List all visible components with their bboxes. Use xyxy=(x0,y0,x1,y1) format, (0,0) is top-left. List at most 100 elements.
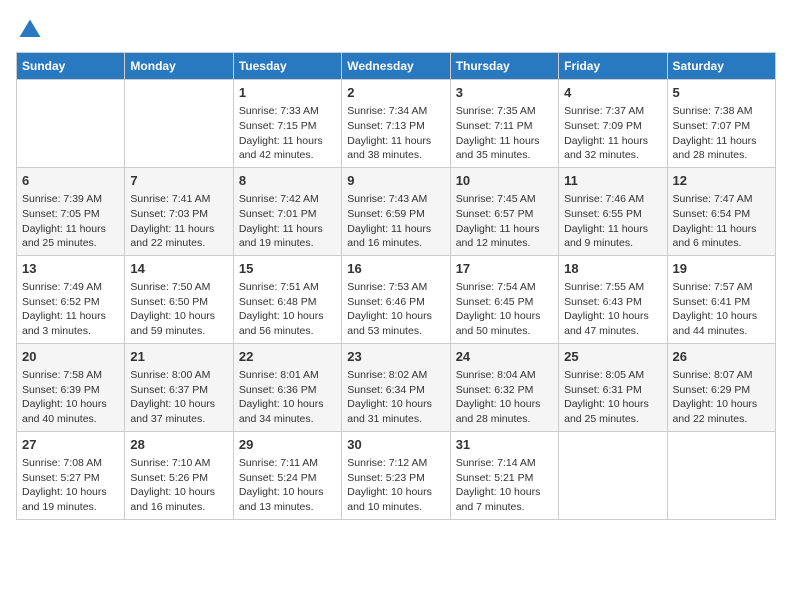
day-info: Sunrise: 8:02 AM xyxy=(347,368,444,383)
day-info: Sunset: 6:39 PM xyxy=(22,383,119,398)
day-number: 8 xyxy=(239,172,336,190)
day-info: Sunrise: 7:14 AM xyxy=(456,456,553,471)
day-info: Daylight: 10 hours and 53 minutes. xyxy=(347,309,444,338)
day-info: Sunrise: 7:49 AM xyxy=(22,280,119,295)
day-info: Daylight: 11 hours and 3 minutes. xyxy=(22,309,119,338)
day-info: Sunset: 6:34 PM xyxy=(347,383,444,398)
day-number: 24 xyxy=(456,348,553,366)
day-info: Sunset: 5:24 PM xyxy=(239,471,336,486)
day-info: Sunrise: 7:10 AM xyxy=(130,456,227,471)
calendar-cell: 4Sunrise: 7:37 AMSunset: 7:09 PMDaylight… xyxy=(559,80,667,168)
day-info: Sunset: 7:13 PM xyxy=(347,119,444,134)
day-number: 22 xyxy=(239,348,336,366)
day-number: 30 xyxy=(347,436,444,454)
day-number: 12 xyxy=(673,172,770,190)
day-info: Sunrise: 7:50 AM xyxy=(130,280,227,295)
day-number: 16 xyxy=(347,260,444,278)
calendar-cell: 17Sunrise: 7:54 AMSunset: 6:45 PMDayligh… xyxy=(450,255,558,343)
day-number: 23 xyxy=(347,348,444,366)
day-info: Sunrise: 7:12 AM xyxy=(347,456,444,471)
calendar-header-row: SundayMondayTuesdayWednesdayThursdayFrid… xyxy=(17,53,776,80)
day-info: Sunrise: 7:37 AM xyxy=(564,104,661,119)
day-number: 2 xyxy=(347,84,444,102)
col-header-saturday: Saturday xyxy=(667,53,775,80)
day-info: Daylight: 10 hours and 16 minutes. xyxy=(130,485,227,514)
day-number: 3 xyxy=(456,84,553,102)
day-number: 9 xyxy=(347,172,444,190)
day-info: Sunrise: 8:00 AM xyxy=(130,368,227,383)
calendar-cell: 8Sunrise: 7:42 AMSunset: 7:01 PMDaylight… xyxy=(233,167,341,255)
calendar-cell: 3Sunrise: 7:35 AMSunset: 7:11 PMDaylight… xyxy=(450,80,558,168)
day-info: Sunrise: 7:53 AM xyxy=(347,280,444,295)
day-number: 29 xyxy=(239,436,336,454)
calendar-cell xyxy=(559,431,667,519)
day-info: Daylight: 11 hours and 28 minutes. xyxy=(673,134,770,163)
calendar-cell: 16Sunrise: 7:53 AMSunset: 6:46 PMDayligh… xyxy=(342,255,450,343)
day-info: Daylight: 10 hours and 50 minutes. xyxy=(456,309,553,338)
col-header-thursday: Thursday xyxy=(450,53,558,80)
day-info: Daylight: 10 hours and 22 minutes. xyxy=(673,397,770,426)
day-info: Daylight: 10 hours and 37 minutes. xyxy=(130,397,227,426)
day-number: 7 xyxy=(130,172,227,190)
calendar-cell: 29 Sunrise: 7:11 AMSunset: 5:24 PMDayligh… xyxy=(233,431,341,519)
col-header-wednesday: Wednesday xyxy=(342,53,450,80)
page-header xyxy=(16,16,776,44)
day-info: Sunrise: 7:43 AM xyxy=(347,192,444,207)
day-info: Daylight: 10 hours and 31 minutes. xyxy=(347,397,444,426)
day-info: Sunrise: 8:04 AM xyxy=(456,368,553,383)
day-info: Sunset: 6:43 PM xyxy=(564,295,661,310)
day-number: 5 xyxy=(673,84,770,102)
calendar-cell: 21Sunrise: 8:00 AMSunset: 6:37 PMDayligh… xyxy=(125,343,233,431)
calendar-cell: 9Sunrise: 7:43 AMSunset: 6:59 PMDaylight… xyxy=(342,167,450,255)
calendar-cell: 28 Sunrise: 7:10 AMSunset: 5:26 PMDayligh… xyxy=(125,431,233,519)
calendar-cell xyxy=(667,431,775,519)
day-info: Sunset: 6:32 PM xyxy=(456,383,553,398)
calendar-cell: 19Sunrise: 7:57 AMSunset: 6:41 PMDayligh… xyxy=(667,255,775,343)
calendar-week-row: 27Sunrise: 7:08 AMSunset: 5:27 PMDayligh… xyxy=(17,431,776,519)
day-info: Sunrise: 7:08 AM xyxy=(22,456,119,471)
col-header-monday: Monday xyxy=(125,53,233,80)
day-info: Sunrise: 7:55 AM xyxy=(564,280,661,295)
day-info: Sunset: 6:29 PM xyxy=(673,383,770,398)
col-header-friday: Friday xyxy=(559,53,667,80)
day-info: Daylight: 10 hours and 19 minutes. xyxy=(22,485,119,514)
day-info: Sunrise: 7:11 AM xyxy=(239,456,336,471)
calendar-cell: 22Sunrise: 8:01 AMSunset: 6:36 PMDayligh… xyxy=(233,343,341,431)
day-info: Sunrise: 7:51 AM xyxy=(239,280,336,295)
day-info: Daylight: 10 hours and 25 minutes. xyxy=(564,397,661,426)
day-number: 25 xyxy=(564,348,661,366)
day-info: Sunrise: 7:39 AM xyxy=(22,192,119,207)
day-info: Sunset: 5:26 PM xyxy=(130,471,227,486)
col-header-sunday: Sunday xyxy=(17,53,125,80)
calendar-week-row: 1Sunrise: 7:33 AMSunset: 7:15 PMDaylight… xyxy=(17,80,776,168)
calendar-cell: 15Sunrise: 7:51 AMSunset: 6:48 PMDayligh… xyxy=(233,255,341,343)
day-number: 14 xyxy=(130,260,227,278)
day-number: 27 xyxy=(22,436,119,454)
day-info: Daylight: 10 hours and 40 minutes. xyxy=(22,397,119,426)
day-info: Sunrise: 7:58 AM xyxy=(22,368,119,383)
day-number: 28 xyxy=(130,436,227,454)
day-info: Daylight: 10 hours and 13 minutes. xyxy=(239,485,336,514)
calendar-week-row: 6Sunrise: 7:39 AMSunset: 7:05 PMDaylight… xyxy=(17,167,776,255)
day-info: Daylight: 10 hours and 7 minutes. xyxy=(456,485,553,514)
day-info: Daylight: 10 hours and 28 minutes. xyxy=(456,397,553,426)
day-info: Sunset: 5:27 PM xyxy=(22,471,119,486)
day-info: Sunrise: 7:54 AM xyxy=(456,280,553,295)
day-info: Sunrise: 7:35 AM xyxy=(456,104,553,119)
day-info: Sunrise: 7:33 AM xyxy=(239,104,336,119)
calendar-cell: 24 Sunrise: 8:04 AMSunset: 6:32 PMDayligh… xyxy=(450,343,558,431)
day-number: 18 xyxy=(564,260,661,278)
day-number: 19 xyxy=(673,260,770,278)
day-number: 26 xyxy=(673,348,770,366)
calendar-cell: 23 Sunrise: 8:02 AMSunset: 6:34 PMDayligh… xyxy=(342,343,450,431)
day-info: Sunset: 6:48 PM xyxy=(239,295,336,310)
day-info: Daylight: 10 hours and 56 minutes. xyxy=(239,309,336,338)
day-info: Daylight: 10 hours and 59 minutes. xyxy=(130,309,227,338)
calendar-cell: 20Sunrise: 7:58 AMSunset: 6:39 PMDayligh… xyxy=(17,343,125,431)
day-info: Sunrise: 7:41 AM xyxy=(130,192,227,207)
calendar-cell: 10Sunrise: 7:45 AMSunset: 6:57 PMDayligh… xyxy=(450,167,558,255)
calendar-cell: 7Sunrise: 7:41 AMSunset: 7:03 PMDaylight… xyxy=(125,167,233,255)
calendar-cell xyxy=(125,80,233,168)
day-info: Sunrise: 8:07 AM xyxy=(673,368,770,383)
day-info: Sunset: 6:54 PM xyxy=(673,207,770,222)
